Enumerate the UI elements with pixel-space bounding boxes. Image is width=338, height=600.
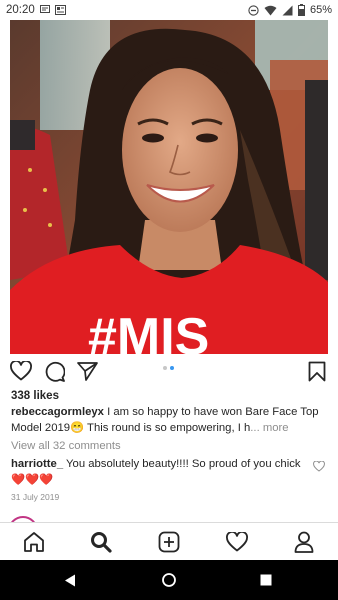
- post-date: 31 July 2019: [11, 492, 60, 502]
- comment-icon[interactable]: [41, 358, 67, 384]
- search-icon[interactable]: [81, 524, 121, 560]
- back-icon[interactable]: [60, 570, 80, 590]
- overview-icon[interactable]: [256, 570, 276, 590]
- home-button-icon[interactable]: [159, 570, 179, 590]
- view-all-comments-link[interactable]: View all 32 comments: [11, 440, 121, 452]
- activity-heart-icon[interactable]: [217, 524, 257, 560]
- svg-text:#MIS: #MIS: [88, 308, 209, 354]
- more-link[interactable]: ... more: [250, 422, 288, 434]
- comment-username[interactable]: harriotte_: [11, 458, 63, 470]
- system-nav-bar: [0, 560, 338, 600]
- caption-username[interactable]: rebeccagormleyx: [11, 406, 104, 418]
- carousel-dot: [163, 366, 167, 370]
- battery-icon: [297, 4, 305, 16]
- send-icon[interactable]: [74, 358, 100, 384]
- post-actions: [0, 358, 338, 386]
- comment: harriotte_ You absolutely beauty!!!! So …: [11, 457, 309, 488]
- status-time: 20:20: [6, 4, 35, 16]
- caption: rebeccagormleyx I am so happy to have wo…: [11, 405, 329, 436]
- status-left: 20:20: [6, 4, 66, 16]
- do-not-disturb-icon: [248, 4, 259, 16]
- add-post-icon[interactable]: [149, 524, 189, 560]
- bookmark-icon[interactable]: [304, 358, 330, 384]
- carousel-indicator: [163, 366, 174, 370]
- message-icon: [39, 5, 50, 15]
- home-icon[interactable]: [14, 524, 54, 560]
- bottom-nav: [0, 522, 338, 560]
- battery-percent: 65%: [309, 4, 332, 16]
- status-right: 65%: [248, 4, 332, 16]
- status-bar: 20:20 65%: [0, 0, 338, 20]
- likes-count[interactable]: 338 likes: [11, 390, 59, 402]
- heart-icon[interactable]: [8, 358, 34, 384]
- post-photo[interactable]: #MIS: [10, 20, 328, 354]
- comment-heart-icon[interactable]: [313, 459, 325, 472]
- signal-icon: [282, 5, 293, 16]
- profile-icon[interactable]: [284, 524, 324, 560]
- wifi-icon: [264, 5, 277, 16]
- media-icon: [54, 5, 66, 15]
- carousel-dot-active: [170, 366, 174, 370]
